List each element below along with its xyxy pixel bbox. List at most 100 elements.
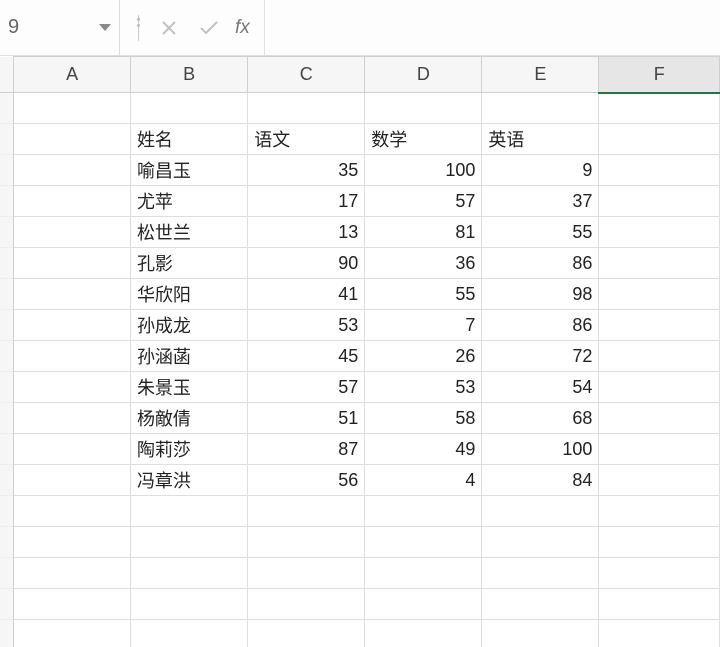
cell[interactable]: 孙成龙: [130, 310, 247, 341]
cell[interactable]: 13: [248, 217, 365, 248]
select-all-corner[interactable]: [0, 57, 14, 93]
cell[interactable]: [14, 186, 131, 217]
cell[interactable]: 松世兰: [130, 217, 247, 248]
cell[interactable]: 37: [482, 186, 599, 217]
cell[interactable]: [248, 496, 365, 527]
cell[interactable]: 90: [248, 248, 365, 279]
cell[interactable]: [14, 527, 131, 558]
cell[interactable]: [599, 372, 720, 403]
cell[interactable]: [482, 93, 599, 124]
cell[interactable]: 冯章洪: [130, 465, 247, 496]
cell[interactable]: 朱景玉: [130, 372, 247, 403]
cell[interactable]: 华欣阳: [130, 279, 247, 310]
cell[interactable]: [599, 527, 720, 558]
cell[interactable]: 孔影: [130, 248, 247, 279]
cell[interactable]: [365, 620, 482, 647]
row-header[interactable]: [0, 434, 14, 465]
cell[interactable]: [130, 93, 247, 124]
cell[interactable]: [14, 155, 131, 186]
cancel-button[interactable]: [149, 8, 189, 48]
cell[interactable]: 53: [248, 310, 365, 341]
cell[interactable]: [365, 558, 482, 589]
cell[interactable]: [599, 217, 720, 248]
cell[interactable]: [599, 186, 720, 217]
row-header[interactable]: [0, 310, 14, 341]
cell[interactable]: 17: [248, 186, 365, 217]
row-header[interactable]: [0, 620, 14, 647]
column-header-a[interactable]: A: [14, 57, 131, 93]
cell[interactable]: 陶莉莎: [130, 434, 247, 465]
cell[interactable]: [130, 527, 247, 558]
cell[interactable]: 数学: [365, 124, 482, 155]
cell[interactable]: [14, 341, 131, 372]
cell[interactable]: [365, 93, 482, 124]
cell[interactable]: [248, 589, 365, 620]
cell[interactable]: [599, 124, 720, 155]
formula-input[interactable]: [264, 0, 720, 55]
cell[interactable]: [482, 620, 599, 647]
cell[interactable]: [365, 496, 482, 527]
cell[interactable]: [130, 558, 247, 589]
row-header[interactable]: [0, 248, 14, 279]
cell[interactable]: 56: [248, 465, 365, 496]
cell[interactable]: 9: [482, 155, 599, 186]
cell[interactable]: 26: [365, 341, 482, 372]
cell[interactable]: [599, 279, 720, 310]
cell[interactable]: [482, 558, 599, 589]
cell[interactable]: [599, 155, 720, 186]
cell[interactable]: [14, 124, 131, 155]
row-header[interactable]: [0, 403, 14, 434]
cell[interactable]: 57: [248, 372, 365, 403]
cell[interactable]: [14, 93, 131, 124]
cell[interactable]: 英语: [482, 124, 599, 155]
cell[interactable]: 杨敵倩: [130, 403, 247, 434]
cell[interactable]: [365, 589, 482, 620]
cell[interactable]: [14, 248, 131, 279]
cell[interactable]: [599, 589, 720, 620]
row-header[interactable]: [0, 341, 14, 372]
cell[interactable]: [599, 403, 720, 434]
cell[interactable]: 4: [365, 465, 482, 496]
row-header[interactable]: [0, 558, 14, 589]
cell[interactable]: 语文: [248, 124, 365, 155]
row-header[interactable]: [0, 155, 14, 186]
row-header[interactable]: [0, 124, 14, 155]
cell[interactable]: 41: [248, 279, 365, 310]
cell[interactable]: [14, 558, 131, 589]
column-header-e[interactable]: E: [482, 57, 599, 93]
cell[interactable]: 36: [365, 248, 482, 279]
column-header-d[interactable]: D: [365, 57, 482, 93]
row-header[interactable]: [0, 496, 14, 527]
cell[interactable]: 58: [365, 403, 482, 434]
cell[interactable]: 87: [248, 434, 365, 465]
fx-label[interactable]: fx: [235, 17, 250, 39]
cell[interactable]: [248, 620, 365, 647]
cell[interactable]: [14, 310, 131, 341]
cell[interactable]: [130, 589, 247, 620]
row-header[interactable]: [0, 589, 14, 620]
cell[interactable]: [482, 527, 599, 558]
cell[interactable]: 86: [482, 248, 599, 279]
cell[interactable]: [599, 496, 720, 527]
cell[interactable]: 35: [248, 155, 365, 186]
cell[interactable]: 45: [248, 341, 365, 372]
cell[interactable]: [599, 465, 720, 496]
cell[interactable]: 7: [365, 310, 482, 341]
cell[interactable]: 57: [365, 186, 482, 217]
cell[interactable]: [248, 527, 365, 558]
column-header-f[interactable]: F: [599, 57, 720, 93]
cell[interactable]: [599, 620, 720, 647]
cell[interactable]: 68: [482, 403, 599, 434]
row-header[interactable]: [0, 527, 14, 558]
cell[interactable]: [599, 341, 720, 372]
row-header[interactable]: [0, 279, 14, 310]
cell[interactable]: 100: [365, 155, 482, 186]
cell[interactable]: 100: [482, 434, 599, 465]
cell[interactable]: [599, 310, 720, 341]
cell[interactable]: [365, 527, 482, 558]
cell[interactable]: 孙涵菡: [130, 341, 247, 372]
cell[interactable]: 55: [365, 279, 482, 310]
cell[interactable]: [599, 558, 720, 589]
cell[interactable]: [14, 372, 131, 403]
cell[interactable]: 喻昌玉: [130, 155, 247, 186]
